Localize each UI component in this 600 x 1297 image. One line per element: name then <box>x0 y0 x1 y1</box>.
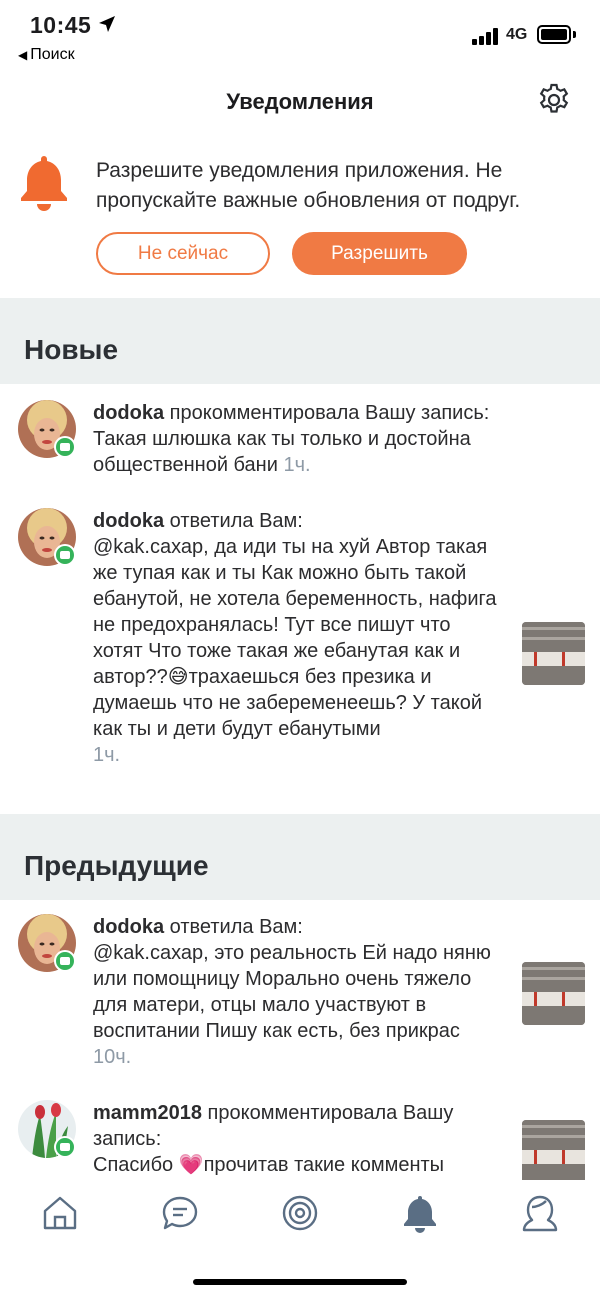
permission-text: Разрешите уведомления приложения. Не про… <box>96 159 521 212</box>
notification-item[interactable]: dodoka ответила Вам: @kak.сахар, да иди … <box>0 494 600 812</box>
notification-user[interactable]: dodoka <box>93 402 164 424</box>
notification-action: ответила Вам: <box>164 510 303 532</box>
back-to-app-link[interactable]: ◀ Поиск <box>18 46 75 64</box>
post-thumbnail-image <box>522 622 585 685</box>
not-now-button[interactable]: Не сейчас <box>96 232 270 275</box>
post-thumbnail[interactable] <box>522 962 585 1025</box>
notification-item[interactable]: dodoka прокомментировала Вашу запись: Та… <box>0 386 600 494</box>
page-title: Уведомления <box>226 89 374 114</box>
notification-message: Такая шлюшка как ты только и достойна об… <box>93 428 471 476</box>
allow-button[interactable]: Разрешить <box>292 232 467 275</box>
post-thumbnail[interactable] <box>522 1120 585 1180</box>
notification-user[interactable]: dodoka <box>93 916 164 938</box>
network-type: 4G <box>506 26 528 43</box>
section-header-previous: Предыдущие <box>0 814 600 900</box>
home-icon[interactable] <box>40 1193 80 1233</box>
chat-badge-icon <box>54 436 76 458</box>
bell-icon[interactable] <box>400 1193 440 1233</box>
post-thumbnail-image <box>522 1120 585 1180</box>
battery-icon <box>537 25 571 44</box>
notification-item[interactable]: mamm2018 прокомментировала Вашу запись: … <box>0 1090 600 1180</box>
notification-message: @kak.сахар, да иди ты на хуй Автор такая… <box>93 536 497 740</box>
section-title-new: Новые <box>24 334 119 365</box>
notification-time: 1ч. <box>93 744 121 766</box>
notification-time: 1ч. <box>283 454 311 476</box>
battery-tip <box>573 31 576 38</box>
chat-badge-icon <box>54 1136 76 1158</box>
back-triangle-icon: ◀ <box>18 48 28 62</box>
notification-time: 10ч. <box>93 1046 132 1068</box>
status-bar: 10:45 ◀ Поиск 4G <box>0 0 600 70</box>
notification-message: Спасибо 💗прочитав такие комменты <box>93 1154 445 1176</box>
notification-item[interactable]: dodoka ответила Вам: @kak.сахар, это реа… <box>0 900 600 1090</box>
post-thumbnail-image <box>522 962 585 1025</box>
notification-text: dodoka ответила Вам: @kak.сахар, да иди … <box>93 508 503 768</box>
notification-user[interactable]: dodoka <box>93 510 164 532</box>
section-header-new: Новые <box>0 298 600 384</box>
location-arrow-icon <box>99 16 115 32</box>
notification-text: dodoka прокомментировала Вашу запись: Та… <box>93 400 503 478</box>
status-time: 10:45 <box>30 12 92 38</box>
signal-icon <box>472 27 502 45</box>
profile-icon[interactable] <box>520 1193 560 1233</box>
bell-icon <box>21 156 67 211</box>
chat-icon[interactable] <box>160 1193 200 1233</box>
notification-text: mamm2018 прокомментировала Вашу запись: … <box>93 1100 503 1178</box>
chat-badge-icon <box>54 950 76 972</box>
chat-badge-icon <box>54 544 76 566</box>
notification-action: прокомментировала Вашу запись: <box>164 402 490 424</box>
back-app-label: Поиск <box>30 46 75 63</box>
notification-user[interactable]: mamm2018 <box>93 1102 202 1124</box>
section-title-previous: Предыдущие <box>24 850 209 881</box>
notification-message: @kak.сахар, это реальность Ей надо няню … <box>93 942 491 1042</box>
target-icon[interactable] <box>280 1193 320 1233</box>
home-indicator <box>193 1279 407 1285</box>
gear-icon[interactable] <box>536 82 572 118</box>
notification-text: dodoka ответила Вам: @kak.сахар, это реа… <box>93 914 503 1070</box>
header: Уведомления <box>0 78 600 126</box>
notification-action: ответила Вам: <box>164 916 303 938</box>
post-thumbnail[interactable] <box>522 622 585 685</box>
